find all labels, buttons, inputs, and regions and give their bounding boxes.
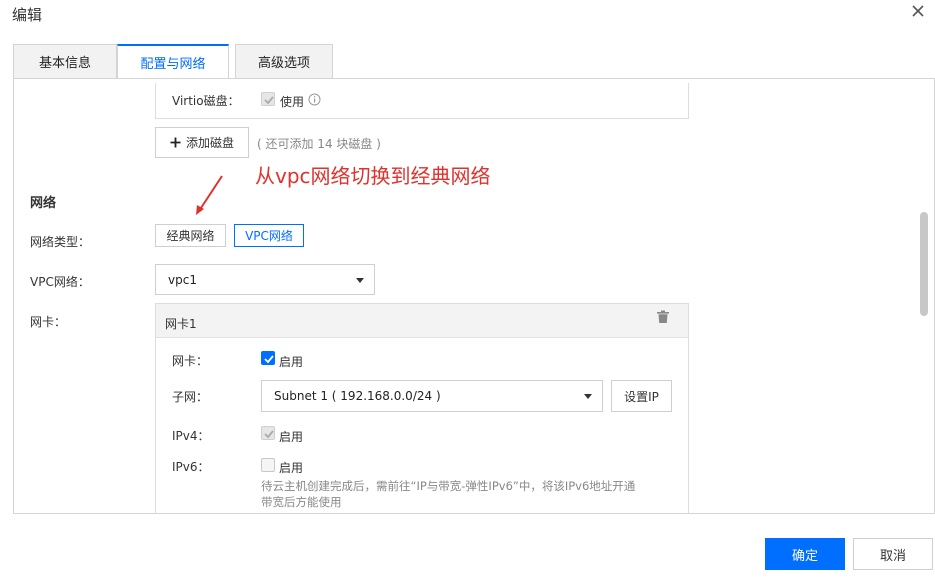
nic-card-header — [156, 304, 688, 338]
set-ip-button[interactable]: 设置IP — [611, 380, 672, 412]
nic-enable-text: 启用 — [279, 355, 304, 369]
nic-section-label: 网卡： — [30, 315, 67, 329]
add-disk-button[interactable]: 添加磁盘 — [155, 127, 249, 158]
vpc-network-option[interactable]: VPC网络 — [234, 224, 304, 247]
network-type-label: 网络类型： — [30, 235, 91, 249]
ipv6-label: IPv6： — [172, 460, 210, 474]
annotation-arrow-icon — [196, 175, 223, 215]
virtio-checkbox — [261, 92, 275, 106]
plus-icon — [170, 137, 181, 148]
nic-enable-checkbox[interactable] — [261, 351, 275, 365]
tab-basic-info[interactable]: 基本信息 — [13, 44, 117, 79]
ipv6-hint-line1: 待云主机创建完成后，需前往“IP与带宽-弹性IPv6”中，将该IPv6地址开通 — [261, 479, 636, 493]
ipv4-enable-text: 启用 — [279, 430, 304, 444]
chevron-down-icon — [356, 278, 364, 283]
annotation-text: 从vpc网络切换到经典网络 — [255, 164, 491, 188]
nic-title: 网卡1 — [165, 317, 197, 331]
vpc-select-value: vpc1 — [168, 273, 197, 287]
subnet-select-value: Subnet 1 ( 192.168.0.0/24 ) — [274, 389, 441, 403]
subnet-select[interactable]: Subnet 1 ( 192.168.0.0/24 ) — [261, 380, 603, 412]
confirm-button[interactable]: 确定 — [765, 538, 845, 570]
ipv6-enable-text: 启用 — [279, 461, 304, 475]
tab-config-network[interactable]: 配置与网络 — [117, 44, 229, 80]
scrollbar-thumb[interactable] — [920, 212, 928, 316]
info-icon[interactable] — [308, 93, 321, 106]
chevron-down-icon — [584, 394, 592, 399]
tab-advanced[interactable]: 高级选项 — [235, 44, 333, 79]
vpc-select[interactable]: vpc1 — [155, 264, 375, 295]
content-bottom-border — [13, 513, 935, 514]
dialog-title: 编辑 — [12, 6, 43, 24]
trash-icon[interactable] — [656, 310, 670, 324]
ipv6-checkbox[interactable] — [261, 458, 275, 472]
nic-enable-label: 网卡： — [172, 354, 209, 368]
network-section-title: 网络 — [30, 196, 57, 211]
classic-network-option[interactable]: 经典网络 — [155, 224, 226, 247]
subnet-label: 子网： — [172, 390, 209, 404]
ipv4-checkbox — [261, 426, 275, 440]
virtio-disk-label: Virtio磁盘： — [172, 94, 240, 108]
ipv4-label: IPv4： — [172, 429, 210, 443]
cancel-button[interactable]: 取消 — [853, 538, 933, 570]
vpc-network-label: VPC网络： — [30, 275, 90, 289]
close-icon[interactable] — [909, 2, 927, 20]
add-disk-label: 添加磁盘 — [185, 136, 234, 150]
add-disk-hint: ( 还可添加 14 块磁盘 ) — [257, 137, 381, 151]
virtio-option-label: 使用 — [280, 95, 305, 109]
ipv6-hint-line2: 带宽后方能使用 — [261, 495, 342, 509]
